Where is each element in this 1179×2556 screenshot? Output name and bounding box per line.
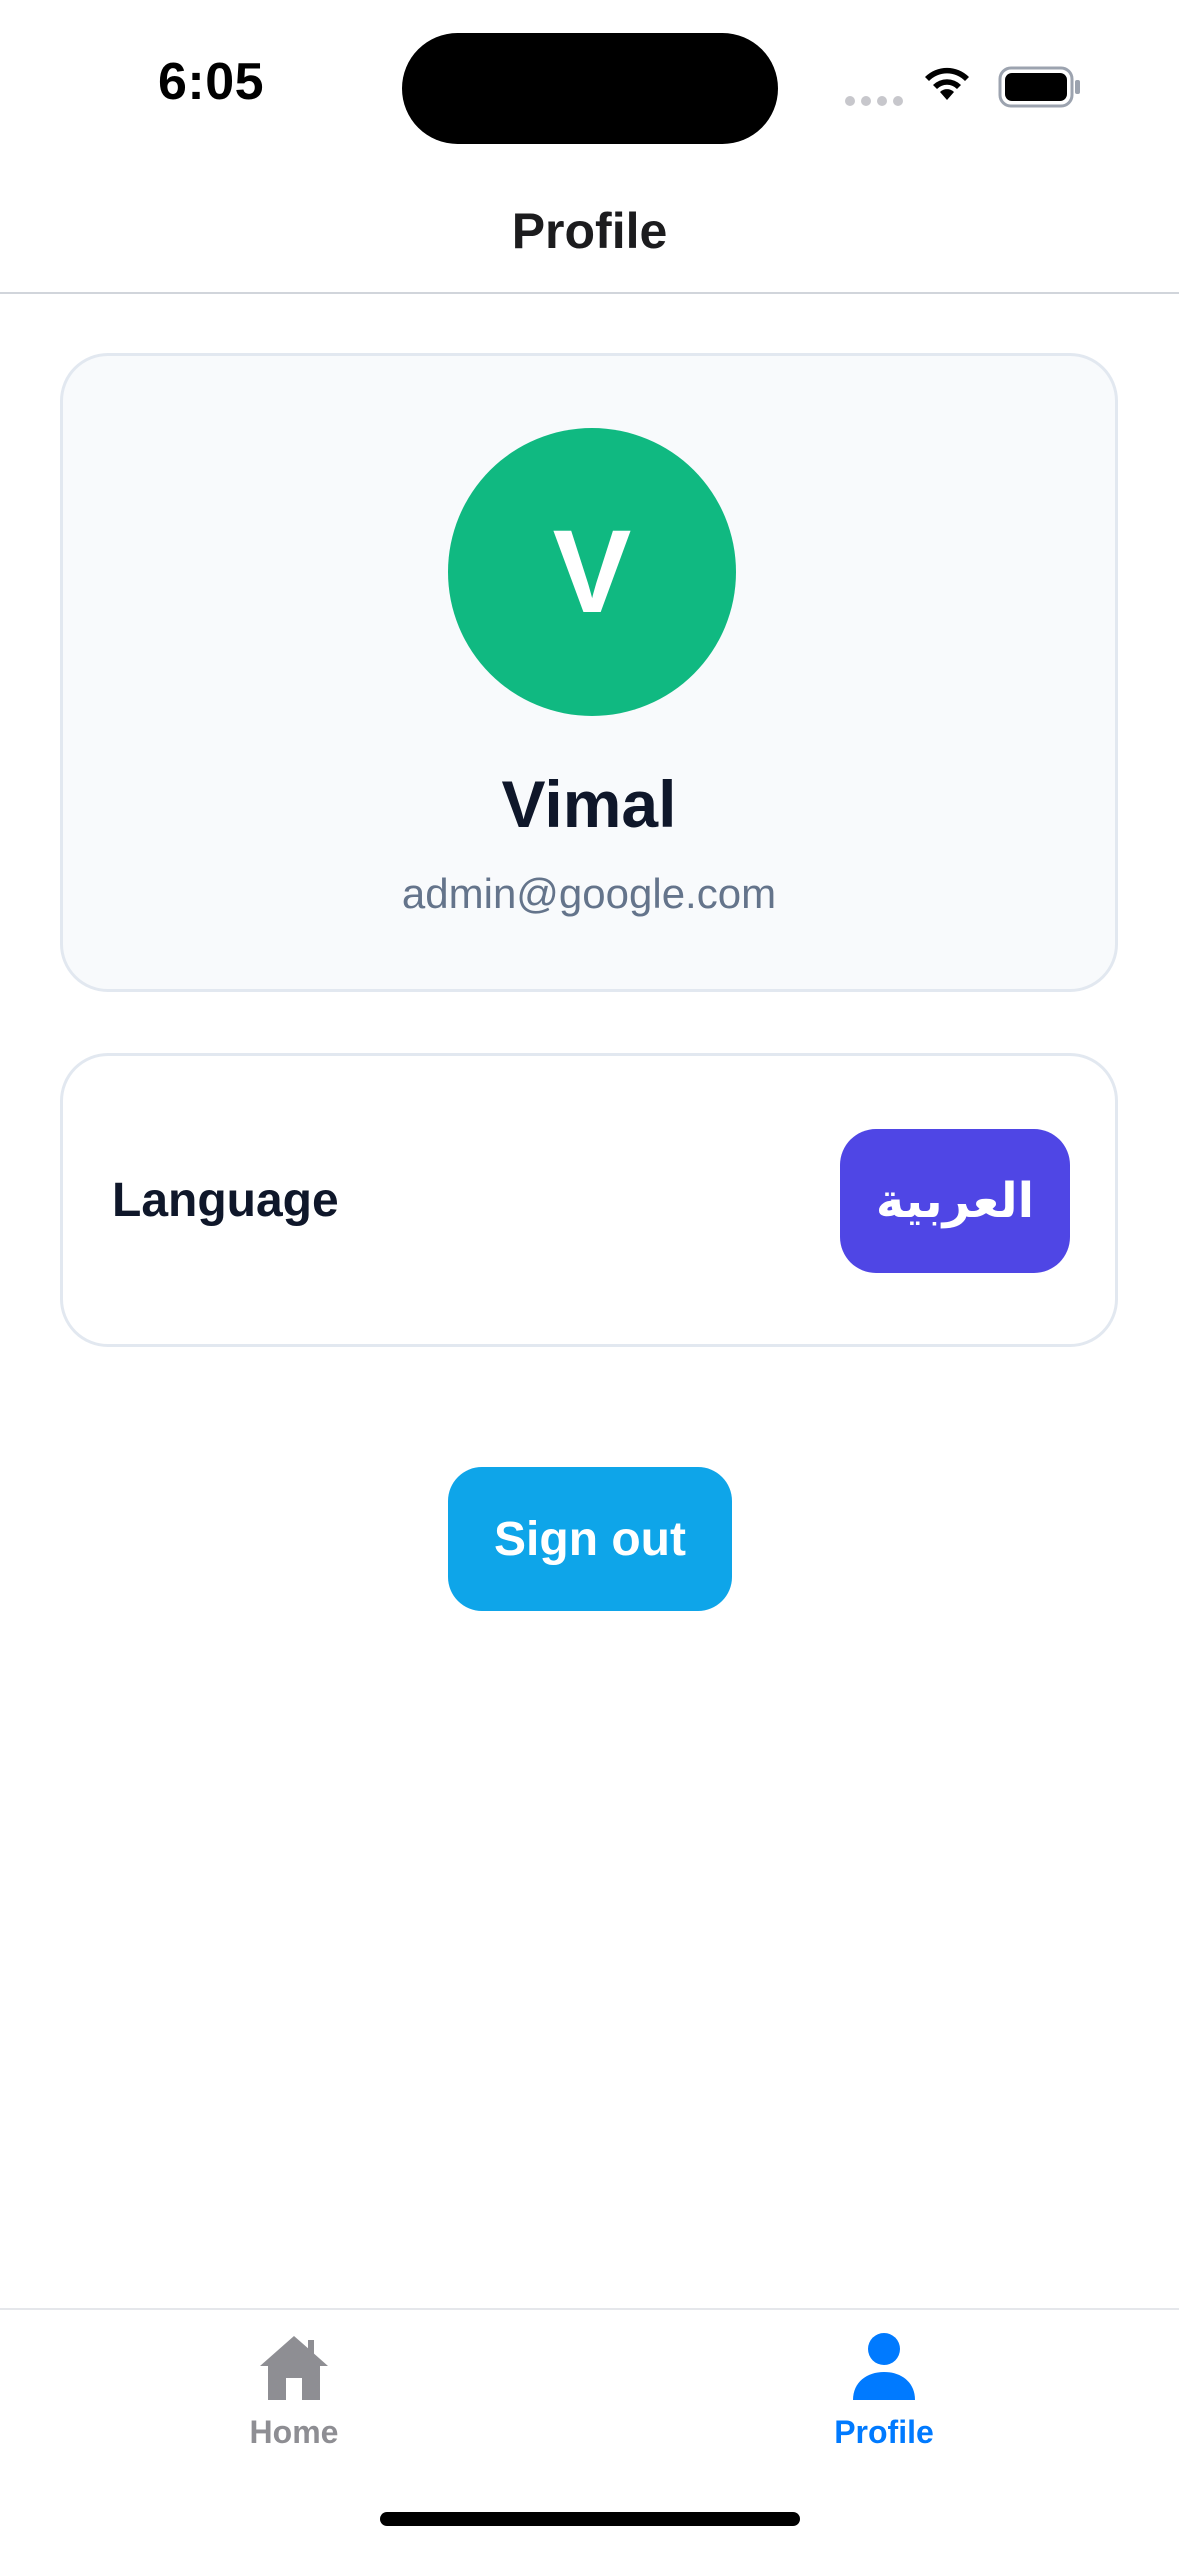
profile-screen: 6:05 Profile V Vimal admin@google.com La… xyxy=(0,0,1179,2556)
dynamic-island xyxy=(402,33,778,144)
tab-profile[interactable]: Profile xyxy=(734,2326,1034,2466)
profile-name: Vimal xyxy=(501,767,677,841)
battery-icon xyxy=(998,66,1080,108)
status-time: 6:05 xyxy=(158,53,265,111)
tab-home-label: Home xyxy=(249,2414,339,2450)
profile-card: V Vimal admin@google.com xyxy=(60,353,1118,992)
profile-email: admin@google.com xyxy=(401,870,777,917)
language-label: Language xyxy=(112,1173,339,1227)
navigation-header: Profile xyxy=(0,180,1179,294)
tab-profile-label: Profile xyxy=(834,2414,934,2450)
sign-out-button[interactable]: Sign out xyxy=(448,1467,732,1611)
person-icon xyxy=(853,2333,915,2400)
page-title: Profile xyxy=(511,203,668,259)
wifi-icon xyxy=(925,67,969,100)
language-toggle-button[interactable]: العربية xyxy=(840,1129,1070,1273)
home-icon xyxy=(260,2336,328,2400)
language-setting-card: Language العربية xyxy=(60,1053,1118,1347)
cellular-signal-icon xyxy=(845,96,903,106)
avatar-initial: V xyxy=(552,506,632,638)
avatar: V xyxy=(448,428,736,716)
tab-home[interactable]: Home xyxy=(144,2326,444,2466)
home-indicator xyxy=(380,2512,800,2526)
